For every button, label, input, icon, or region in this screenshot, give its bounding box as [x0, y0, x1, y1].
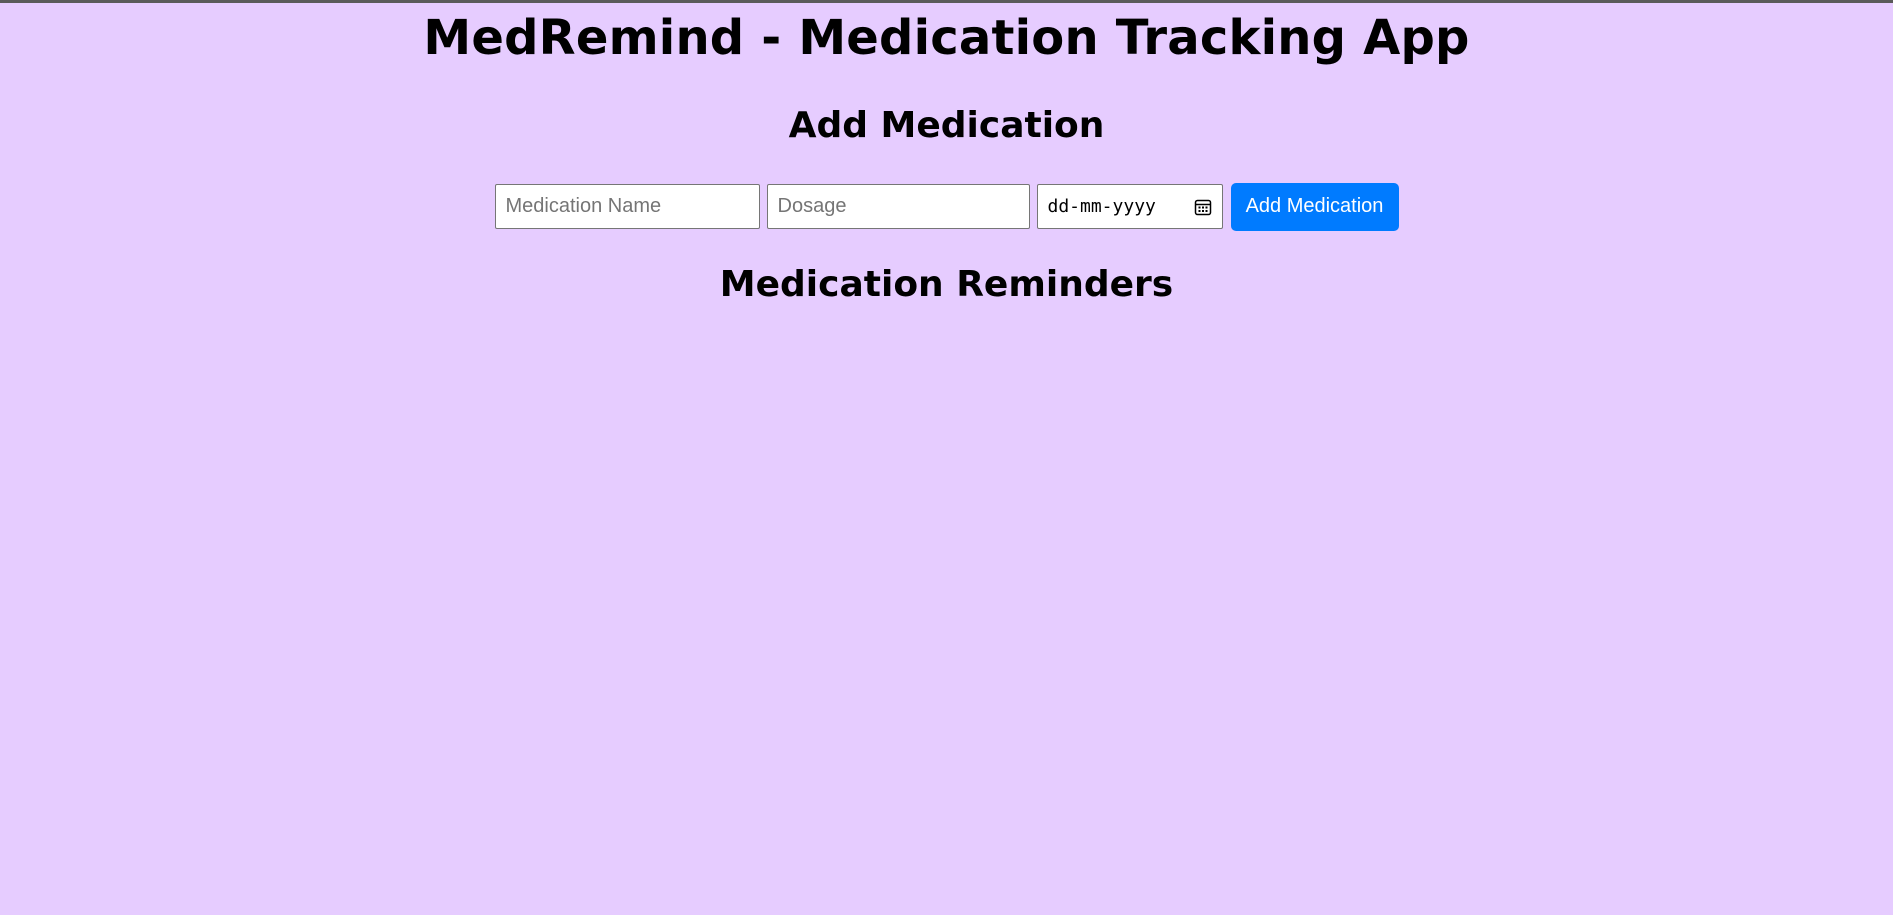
medication-name-input[interactable]: Medication Name — [494, 184, 760, 229]
date-input-text: dd-mm-yyyy — [1047, 196, 1156, 217]
add-medication-form: Medication Name Dosage dd-mm-yyyy Add Me… — [0, 182, 1893, 231]
add-medication-button[interactable]: Add Medication — [1230, 182, 1399, 231]
calendar-icon[interactable] — [1194, 198, 1212, 216]
app-container: MedRemind - Medication Tracking App Add … — [0, 0, 1893, 307]
dosage-input[interactable]: Dosage — [766, 184, 1030, 229]
add-medication-heading: Add Medication — [788, 105, 1105, 146]
medication-reminders-section: Medication Reminders — [0, 263, 1893, 307]
medication-reminders-heading: Medication Reminders — [719, 264, 1174, 305]
date-input[interactable]: dd-mm-yyyy — [1036, 184, 1223, 229]
window-top-border — [0, 0, 1893, 3]
page-title: MedRemind - Medication Tracking App — [423, 10, 1470, 66]
add-medication-section: Add Medication Medication Name Dosage dd… — [0, 104, 1893, 231]
